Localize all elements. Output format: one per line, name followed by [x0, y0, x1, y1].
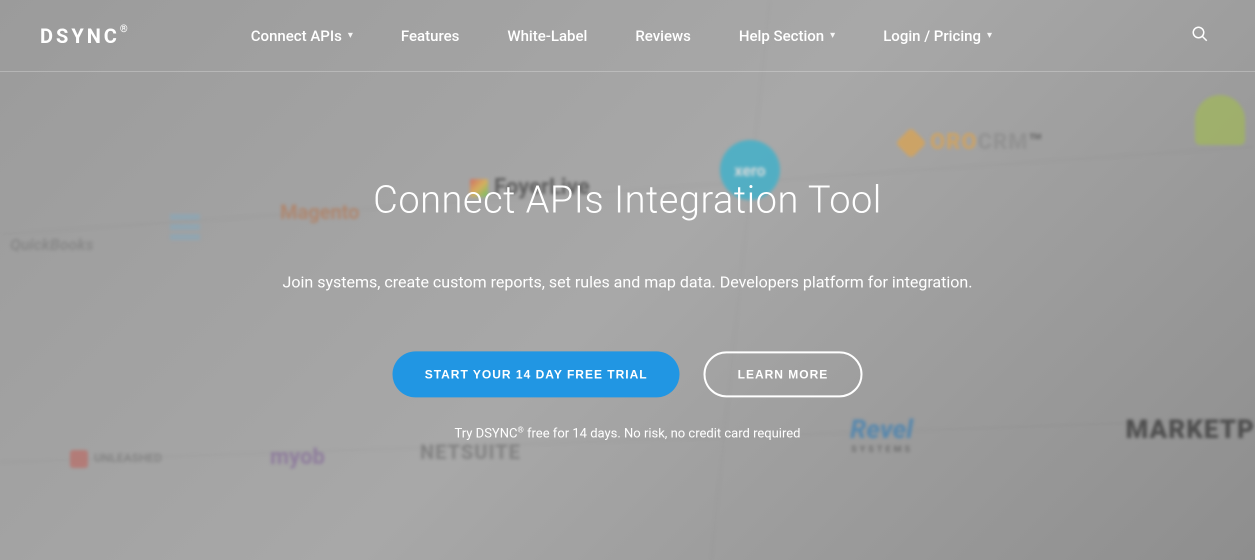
nav-login-pricing[interactable]: Login / Pricing ▾	[883, 27, 992, 45]
search-icon	[1191, 25, 1209, 43]
hero-subtitle: Join systems, create custom reports, set…	[0, 272, 1255, 291]
hero-section: QuickBooks Magento FoyerLive xero OROCRM…	[0, 0, 1255, 560]
bg-logo-netsuite: NETSUITE	[420, 440, 521, 464]
brand-logo[interactable]: DSYNC®	[40, 24, 131, 48]
nav-label: Reviews	[635, 27, 691, 45]
learn-more-button[interactable]: LEARN MORE	[704, 351, 863, 397]
nav-label: Features	[401, 27, 459, 45]
search-button[interactable]	[1185, 19, 1215, 53]
nav-label: Help Section	[739, 27, 824, 45]
chevron-down-icon: ▾	[830, 30, 835, 41]
nav-features[interactable]: Features	[401, 27, 459, 45]
chevron-down-icon: ▾	[348, 30, 353, 41]
nav-white-label[interactable]: White-Label	[507, 27, 587, 45]
primary-nav: Connect APIs ▾ Features White-Label Revi…	[251, 27, 1185, 45]
chevron-down-icon: ▾	[987, 30, 992, 41]
site-header: DSYNC® Connect APIs ▾ Features White-Lab…	[0, 0, 1255, 72]
bg-logo-orocrm: OROCRM™	[900, 130, 1043, 155]
bg-logo-myob: myob	[270, 445, 325, 470]
start-trial-button[interactable]: START YOUR 14 DAY FREE TRIAL	[393, 351, 680, 397]
hero-title: Connect APIs Integration Tool	[0, 178, 1255, 222]
nav-label: Login / Pricing	[883, 27, 981, 45]
bg-logo-android	[1195, 95, 1245, 145]
cta-row: START YOUR 14 DAY FREE TRIAL LEARN MORE	[0, 351, 1255, 397]
nav-connect-apis[interactable]: Connect APIs ▾	[251, 27, 353, 45]
hero-fineprint: Try DSYNC® free for 14 days. No risk, no…	[0, 425, 1255, 441]
nav-reviews[interactable]: Reviews	[635, 27, 691, 45]
nav-help-section[interactable]: Help Section ▾	[739, 27, 835, 45]
nav-label: White-Label	[507, 27, 587, 45]
bg-logo-unleashed: UNLEASHED	[70, 450, 162, 468]
nav-label: Connect APIs	[251, 27, 342, 45]
hero-content: Connect APIs Integration Tool Join syste…	[0, 178, 1255, 441]
